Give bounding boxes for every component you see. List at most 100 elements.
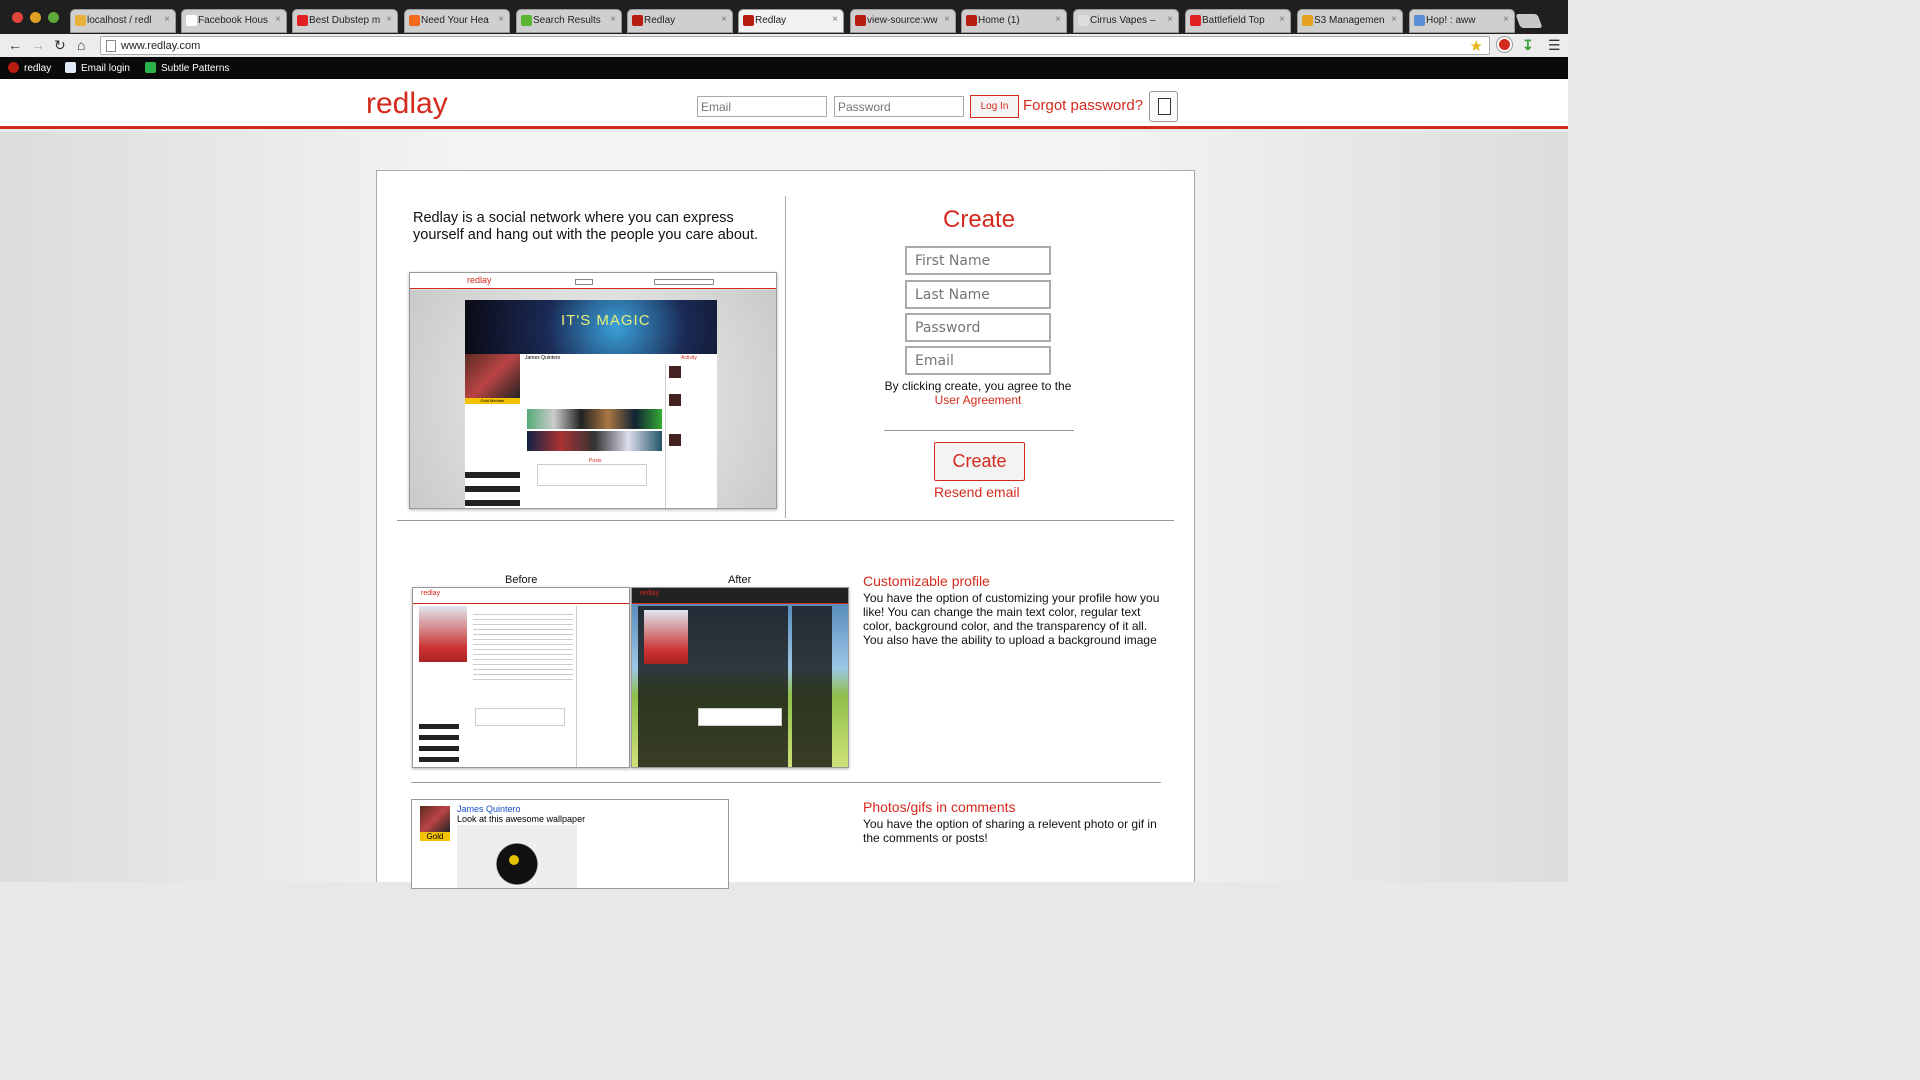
tab-label: Facebook Hous [198, 15, 269, 26]
new-tab-button[interactable] [1515, 14, 1543, 28]
browser-tab[interactable]: Redlay × [627, 9, 733, 33]
login-password-input[interactable] [834, 96, 964, 117]
tab-favicon-icon [743, 15, 754, 26]
bookmark-subtle-patterns[interactable]: Subtle Patterns [145, 62, 229, 74]
tab-label: S3 Managemen [1314, 15, 1385, 26]
resend-email-link[interactable]: Resend email [934, 484, 1020, 500]
browser-tab[interactable]: view-source:ww × [850, 9, 956, 33]
home-icon[interactable]: ⌂ [77, 37, 85, 53]
before-caption: Before [505, 574, 538, 586]
tab-favicon-icon [75, 15, 86, 26]
after-caption: After [728, 574, 752, 586]
forward-arrow-icon[interactable]: → [31, 37, 45, 53]
close-tab-icon[interactable]: × [164, 14, 170, 25]
preview-banner: IT'S MAGIC [465, 300, 717, 354]
site-logo[interactable]: redlay [366, 87, 448, 121]
signup-divider [884, 430, 1074, 431]
bookmarks-bar: redlay Email login Subtle Patterns [0, 57, 1568, 79]
browser-tab[interactable]: Battlefield Top × [1185, 9, 1291, 33]
vinyl-wallpaper-image [457, 825, 577, 888]
tab-label: Battlefield Top [1202, 15, 1265, 26]
browser-tab[interactable]: localhost / redl × [70, 9, 176, 33]
close-tab-icon[interactable]: × [498, 14, 504, 25]
forgot-password-link[interactable]: Forgot password? [1023, 97, 1143, 114]
before-profile-image: redlay [412, 587, 630, 768]
signup-password-input[interactable] [905, 313, 1051, 342]
profile-preview-image: redlay IT'S MAGIC Gold Member James Quin… [409, 272, 777, 509]
browser-tab[interactable]: Need Your Hea × [404, 9, 510, 33]
site-header: redlay Log In Forgot password? [0, 79, 1568, 129]
close-tab-icon[interactable]: × [1503, 14, 1509, 25]
login-email-input[interactable] [697, 96, 827, 117]
tab-favicon-icon [1190, 15, 1201, 26]
preview-profile: Gold Member James Quintero Activity Post… [465, 354, 717, 508]
tab-label: view-source:ww [867, 15, 938, 26]
browser-tab[interactable]: S3 Managemen × [1297, 9, 1403, 33]
bookmark-star-icon[interactable]: ★ [1470, 37, 1483, 55]
preview-logo: redlay [467, 275, 492, 285]
comment-preview-image: Gold James Quintero Look at this awesome… [411, 799, 729, 889]
tab-label: Redlay [755, 15, 787, 26]
browser-tab[interactable]: Hop! : aww × [1409, 9, 1515, 33]
document-icon[interactable] [1149, 91, 1178, 122]
feature-title-photos: Photos/gifs in comments [863, 799, 1016, 815]
menu-icon[interactable]: ☰ [1548, 37, 1561, 53]
bookmark-redlay[interactable]: redlay [8, 62, 51, 74]
agreement-text: By clicking create, you agree to the [884, 379, 1072, 393]
preview-gold-badge: Gold Member [465, 398, 520, 404]
close-tab-icon[interactable]: × [944, 14, 950, 25]
comment-author[interactable]: James Quintero [457, 804, 521, 814]
close-tab-icon[interactable]: × [1279, 14, 1285, 25]
feature-text-customizable: You have the option of customizing your … [863, 591, 1160, 647]
last-name-input[interactable] [905, 280, 1051, 309]
agreement-notice: By clicking create, you agree to the Use… [867, 379, 1089, 407]
browser-tab[interactable]: Search Results × [516, 9, 622, 33]
feature-text-photos: You have the option of sharing a releven… [863, 817, 1157, 845]
preview-profile-name: James Quintero [525, 355, 561, 361]
close-tab-icon[interactable]: × [275, 14, 281, 25]
bookmark-email-login[interactable]: Email login [65, 62, 130, 74]
close-tab-icon[interactable]: × [610, 14, 616, 25]
minimize-window-button[interactable] [30, 12, 41, 23]
close-tab-icon[interactable]: × [1391, 14, 1397, 25]
browser-tab[interactable]: Best Dubstep m × [292, 9, 398, 33]
create-account-button[interactable]: Create [934, 442, 1025, 481]
close-window-button[interactable] [12, 12, 23, 23]
close-tab-icon[interactable]: × [832, 14, 838, 25]
zoom-window-button[interactable] [48, 12, 59, 23]
browser-tab[interactable]: Facebook Hous × [181, 9, 287, 33]
download-icon[interactable]: ↧ [1522, 37, 1534, 53]
close-tab-icon[interactable]: × [1055, 14, 1061, 25]
back-arrow-icon[interactable]: ← [8, 37, 22, 53]
browser-tab[interactable]: Cirrus Vapes – × [1073, 9, 1179, 33]
tab-favicon-icon [297, 15, 308, 26]
adblock-icon[interactable] [1497, 37, 1512, 52]
envelope-icon [65, 62, 76, 73]
preview-photo-row [527, 409, 662, 429]
preview-banner-text: IT'S MAGIC [561, 312, 651, 329]
browser-tab[interactable]: Redlay × [738, 9, 844, 33]
login-button[interactable]: Log In [970, 95, 1019, 118]
preview-nav [654, 279, 714, 285]
browser-tab[interactable]: Home (1) × [961, 9, 1067, 33]
preview-header: redlay [410, 273, 776, 289]
after-avatar [644, 610, 688, 664]
close-tab-icon[interactable]: × [721, 14, 727, 25]
preview-logo: redlay [640, 590, 660, 597]
close-tab-icon[interactable]: × [386, 14, 392, 25]
tab-label: Cirrus Vapes – [1090, 15, 1156, 26]
before-avatar [419, 606, 467, 662]
address-bar[interactable]: www.redlay.com ★ [100, 36, 1490, 55]
first-name-input[interactable] [905, 246, 1051, 275]
tab-favicon-icon [632, 15, 643, 26]
user-agreement-link[interactable]: User Agreement [867, 393, 1089, 407]
close-tab-icon[interactable]: × [1167, 14, 1173, 25]
create-title: Create [943, 206, 1016, 233]
tab-favicon-icon [966, 15, 977, 26]
after-profile-image: redlay [631, 587, 849, 768]
reload-icon[interactable]: ↻ [54, 37, 66, 53]
signup-email-input[interactable] [905, 346, 1051, 375]
vertical-divider [785, 196, 786, 518]
bookmark-label: Subtle Patterns [161, 63, 230, 74]
tab-favicon-icon [1302, 15, 1313, 26]
